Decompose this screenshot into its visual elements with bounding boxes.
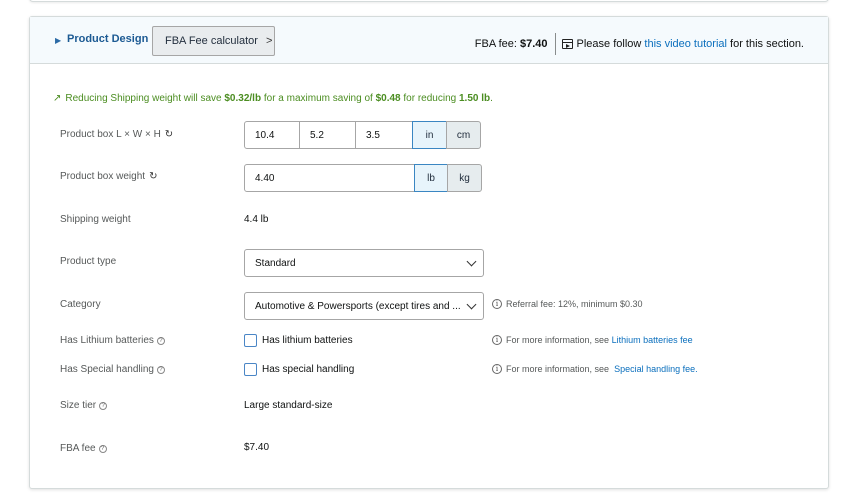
previous-panel-edge	[29, 0, 829, 2]
referral-fee-text: Referral fee: 12%, minimum $0.30	[506, 299, 643, 309]
banner-suffix: .	[490, 93, 493, 104]
special-handling-checkbox[interactable]	[244, 363, 257, 376]
lithium-fee-link[interactable]: Lithium batteries fee	[612, 335, 693, 345]
help-icon[interactable]: ?	[98, 444, 107, 453]
special-handling-fee-link[interactable]: Special handling fee.	[614, 364, 698, 374]
weight-input[interactable]: 4.40	[244, 164, 415, 192]
banner-max-saving: $0.48	[375, 93, 401, 104]
fba-fee-label-row: FBA fee ?	[60, 443, 107, 454]
chevron-right-icon: >	[265, 35, 273, 47]
section-title[interactable]: Product Design	[67, 33, 148, 45]
product-design-panel: ▶ Product Design FBA Fee calculator > FB…	[29, 16, 829, 489]
weight-label-row: Product box weight ↻	[60, 171, 157, 182]
banner-save-rate: $0.32/lb	[224, 93, 262, 104]
lithium-note-text: For more information, see	[506, 335, 610, 345]
category-value: Automotive & Powersports (except tires a…	[255, 300, 461, 312]
help-icon[interactable]: ?	[156, 365, 165, 374]
size-tier-label-row: Size tier ?	[60, 400, 108, 411]
product-type-select[interactable]: Standard	[244, 249, 484, 277]
help-icon[interactable]: ?	[156, 336, 165, 345]
dimensions-label-row: Product box L × W × H ↻	[60, 129, 173, 140]
product-type-value: Standard	[255, 257, 296, 269]
fba-fee-value: $7.40	[244, 442, 270, 453]
follow-text: Please follow	[576, 38, 642, 50]
shipping-weight-label: Shipping weight	[60, 214, 131, 225]
help-icon[interactable]: ?	[99, 401, 108, 410]
panel-header[interactable]: ▶ Product Design FBA Fee calculator > FB…	[30, 17, 828, 64]
unit-cm-button[interactable]: cm	[446, 121, 481, 149]
lithium-checkbox[interactable]	[244, 334, 257, 347]
header-fee-info: FBA fee: $7.40 Please follow this video …	[475, 33, 804, 55]
dimensions-label: Product box L × W × H	[60, 129, 161, 140]
lithium-label-row: Has Lithium batteries ?	[60, 335, 165, 346]
lithium-checkbox-row[interactable]: Has lithium batteries	[244, 334, 353, 347]
fba-fee-calculator-label: FBA Fee calculator	[165, 35, 258, 47]
unit-in-button[interactable]: in	[412, 121, 447, 149]
banner-reduce-amount: 1.50 lb	[458, 93, 491, 104]
height-input[interactable]: 3.5	[355, 121, 413, 149]
width-input[interactable]: 5.2	[299, 121, 356, 149]
trend-up-icon: ↗	[53, 93, 62, 104]
special-handling-note-text: For more information, see	[506, 364, 610, 374]
shipping-weight-value: 4.4 lb	[244, 214, 269, 225]
savings-banner: ↗ Reducing Shipping weight will save $0.…	[53, 93, 493, 104]
product-type-label: Product type	[60, 256, 117, 267]
category-select[interactable]: Automotive & Powersports (except tires a…	[244, 292, 484, 320]
info-icon: i	[492, 335, 502, 345]
referral-fee-note: i Referral fee: 12%, minimum $0.30	[492, 299, 643, 309]
lithium-checkbox-label[interactable]: Has lithium batteries	[262, 335, 353, 346]
length-input[interactable]: 10.4	[244, 121, 300, 149]
refresh-icon[interactable]: ↻	[149, 171, 157, 182]
special-handling-checkbox-label[interactable]: Has special handling	[262, 364, 354, 375]
lithium-label: Has Lithium batteries	[60, 335, 154, 346]
fba-fee-label: FBA fee	[60, 443, 96, 454]
banner-prefix: Reducing Shipping weight will save	[65, 93, 222, 104]
info-icon: i	[492, 299, 502, 309]
size-tier-label: Size tier	[60, 400, 97, 411]
video-icon	[561, 39, 573, 49]
special-handling-note: i For more information, see Special hand…	[492, 364, 698, 374]
banner-mid: for a maximum saving of	[263, 93, 373, 104]
header-divider	[554, 33, 556, 55]
unit-lb-button[interactable]: lb	[414, 164, 448, 192]
refresh-icon[interactable]: ↻	[165, 129, 173, 140]
header-fba-fee-value: $7.40	[519, 38, 548, 50]
fba-fee-calculator-button[interactable]: FBA Fee calculator >	[152, 26, 275, 56]
follow-suffix: for this section.	[730, 38, 804, 50]
special-handling-label-row: Has Special handling ?	[60, 364, 165, 375]
size-tier-value: Large standard-size	[244, 400, 333, 411]
lithium-note: i For more information, see Lithium batt…	[492, 335, 693, 345]
category-label: Category	[60, 299, 101, 310]
header-fba-fee-label: FBA fee:	[474, 38, 517, 50]
banner-mid2: for reducing	[403, 93, 457, 104]
special-handling-label: Has Special handling	[60, 364, 154, 375]
unit-kg-button[interactable]: kg	[447, 164, 482, 192]
weight-label: Product box weight	[60, 171, 146, 182]
info-icon: i	[492, 364, 502, 374]
video-tutorial-link[interactable]: this video tutorial	[644, 38, 727, 50]
caret-right-icon[interactable]: ▶	[55, 36, 61, 45]
special-handling-checkbox-row[interactable]: Has special handling	[244, 363, 354, 376]
